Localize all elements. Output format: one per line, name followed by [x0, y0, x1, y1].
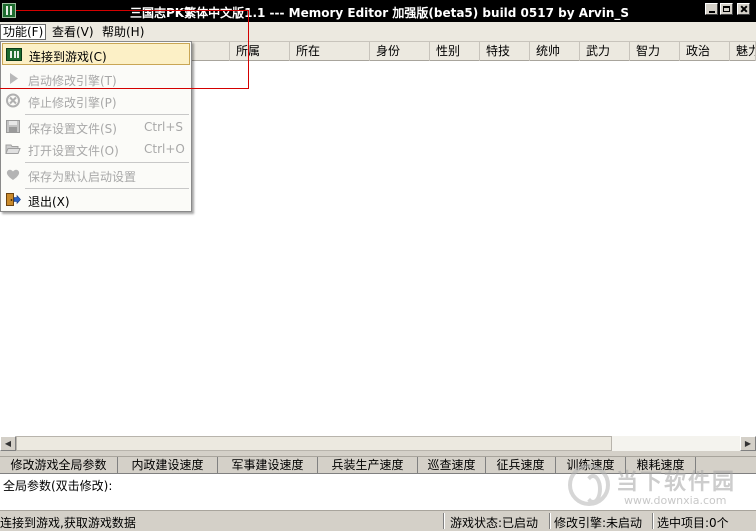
menu-help[interactable]: 帮助(H)	[100, 24, 146, 40]
status-engine: 修改引擎:未启动	[554, 516, 643, 530]
col-affiliation[interactable]: 所属	[230, 42, 290, 61]
menu-item-save-default[interactable]: 保存为默认启动设置	[2, 164, 190, 186]
menu-view[interactable]: 查看(V)	[50, 24, 96, 40]
col-intelligence[interactable]: 智力	[630, 42, 680, 61]
tab-military-speed[interactable]: 军事建设速度	[218, 457, 318, 474]
status-bar: 连接到游戏,获取游戏数据 游戏状态:已启动 修改引擎:未启动 选中项目:0个	[0, 510, 756, 531]
tab-patrol-speed[interactable]: 巡查速度	[418, 457, 486, 474]
save-icon	[5, 119, 21, 134]
heart-icon	[5, 167, 21, 182]
status-selected: 选中项目:0个	[657, 516, 729, 530]
maximize-button[interactable]	[720, 3, 733, 15]
minimize-button[interactable]	[705, 3, 718, 15]
menu-item-label: 连接到游戏(C)	[29, 50, 107, 64]
scroll-right-button[interactable]: ▶	[740, 436, 756, 451]
menu-item-start-engine[interactable]: 启动修改引擎(T)	[2, 68, 190, 90]
menu-item-label: 保存为默认启动设置	[28, 170, 137, 184]
menu-item-label: 打开设置文件(O)	[28, 144, 119, 158]
menu-function[interactable]: 功能(F)	[0, 24, 47, 40]
col-politics[interactable]: 政治	[680, 42, 730, 61]
tab-global-params[interactable]: 修改游戏全局参数	[0, 457, 118, 474]
scroll-thumb[interactable]	[16, 436, 612, 451]
menu-bar: 功能(F) 查看(V) 帮助(H)	[0, 22, 756, 42]
menu-item-exit[interactable]: 退出(X)	[2, 189, 190, 211]
menu-item-stop-engine[interactable]: 停止修改引擎(P)	[2, 90, 190, 112]
red-annotation-line	[16, 10, 249, 11]
watermark: 当下软件园 www.downxia.com	[568, 462, 748, 510]
title-bar[interactable]: 三国志PK繁体中文版1.1 --- Memory Editor 加强版(beta…	[0, 0, 756, 22]
function-menu-dropdown: 连接到游戏(C) 启动修改引擎(T) 停止修改引擎(P) 保存设置文件(S) C…	[0, 41, 192, 212]
watermark-logo-icon	[568, 464, 610, 506]
play-icon	[5, 71, 21, 86]
col-leadership[interactable]: 统帅	[530, 42, 580, 61]
menu-item-label: 退出(X)	[28, 195, 70, 209]
close-button[interactable]	[737, 3, 750, 15]
col-war[interactable]: 武力	[580, 42, 630, 61]
tab-conscript-speed[interactable]: 征兵速度	[486, 457, 556, 474]
params-label: 全局参数(双击修改):	[3, 479, 113, 493]
menu-item-connect-game[interactable]: 连接到游戏(C)	[2, 43, 190, 65]
exit-icon	[5, 192, 21, 207]
connect-game-icon	[6, 47, 22, 62]
menu-separator	[25, 162, 189, 163]
red-annotation-line	[248, 10, 249, 89]
stop-icon	[5, 93, 21, 108]
status-separator	[652, 513, 653, 529]
col-skill[interactable]: 特技	[480, 42, 530, 61]
col-status[interactable]: 身份	[370, 42, 430, 61]
app-icon[interactable]	[2, 3, 16, 18]
red-annotation-line	[0, 88, 249, 89]
tab-domestic-speed[interactable]: 内政建设速度	[118, 457, 218, 474]
menu-item-open-settings[interactable]: 打开设置文件(O) Ctrl+O	[2, 138, 190, 160]
menu-item-shortcut: Ctrl+O	[144, 142, 185, 156]
watermark-url: www.downxia.com	[624, 494, 727, 507]
menu-separator	[25, 114, 189, 115]
menu-item-label: 启动修改引擎(T)	[28, 74, 117, 88]
status-separator	[443, 513, 444, 529]
status-separator	[549, 513, 550, 529]
col-gender[interactable]: 性别	[430, 42, 480, 61]
col-location[interactable]: 所在	[290, 42, 370, 61]
menu-item-label: 停止修改引擎(P)	[28, 96, 117, 110]
menu-item-save-settings[interactable]: 保存设置文件(S) Ctrl+S	[2, 116, 190, 138]
col-charm[interactable]: 魅力	[730, 42, 756, 61]
watermark-brand: 当下软件园	[616, 470, 737, 495]
open-folder-icon	[5, 141, 21, 156]
window-title: 三国志PK繁体中文版1.1 --- Memory Editor 加强版(beta…	[130, 6, 630, 20]
menu-item-label: 保存设置文件(S)	[28, 122, 117, 136]
status-message: 连接到游戏,获取游戏数据	[0, 516, 136, 530]
scroll-left-button[interactable]: ◀	[0, 436, 16, 451]
menu-item-shortcut: Ctrl+S	[144, 120, 184, 134]
status-game: 游戏状态:已启动	[450, 516, 539, 530]
horizontal-scrollbar[interactable]: ◀ ▶	[0, 436, 756, 451]
tab-weapon-speed[interactable]: 兵装生产速度	[318, 457, 418, 474]
